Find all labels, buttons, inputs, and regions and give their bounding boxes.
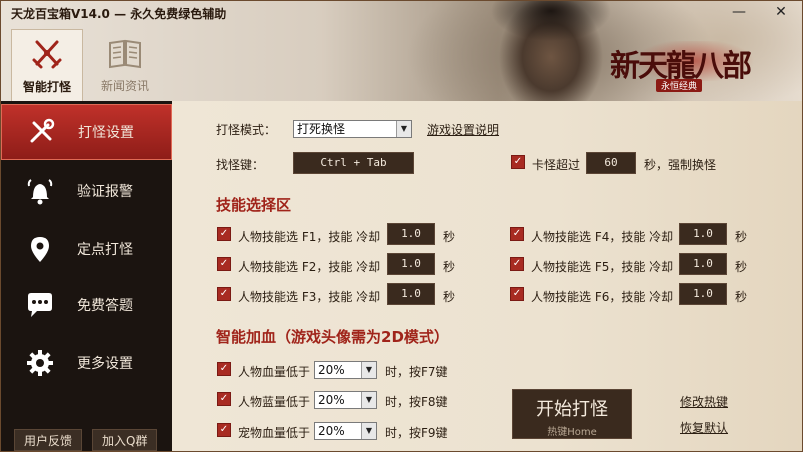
chat-bubble-icon xyxy=(25,290,55,320)
header-banner: 天龙百宝箱V14.0 — 永久免费绿色辅助 — ✕ 新天龍八部 永恒经典 智能打… xyxy=(1,1,802,101)
skill-f4-label: 人物技能选 F4，技能 冷却 xyxy=(531,230,674,244)
sidebar: 打怪设置 验证报警 定点打怪 免费答题 更多设置 xyxy=(1,101,172,451)
skill-f5-unit: 秒 xyxy=(735,260,748,274)
feedback-button[interactable]: 用户反馈 xyxy=(14,429,83,451)
tab-smart-fight[interactable]: 智能打怪 xyxy=(11,29,83,101)
skill-f6-cooldown-input[interactable]: 1.0 xyxy=(679,283,727,305)
pet-hp-threshold-value: 20% xyxy=(318,424,345,438)
hp-threshold-value: 20% xyxy=(318,363,345,377)
sidebar-item-verify-alarm[interactable]: 验证报警 xyxy=(1,163,172,219)
skills-section-title: 技能选择区 xyxy=(216,196,292,214)
tab-news[interactable]: 新闻资讯 xyxy=(89,29,161,101)
skill-f3-label: 人物技能选 F3，技能 冷却 xyxy=(238,290,381,304)
sidebar-item-fixed-point[interactable]: 定点打怪 xyxy=(1,221,172,277)
find-key-input[interactable]: Ctrl + Tab xyxy=(293,152,414,174)
skill-f1-checkbox[interactable]: ✓ xyxy=(217,227,231,241)
mp-suffix: 时，按F8键 xyxy=(385,395,448,409)
mode-label: 打怪模式： xyxy=(216,123,277,137)
book-icon xyxy=(109,39,141,69)
skill-f3-cooldown-input[interactable]: 1.0 xyxy=(387,283,435,305)
skill-f6-checkbox[interactable]: ✓ xyxy=(510,287,524,301)
heal-section-title: 智能加血（游戏头像需为2D模式） xyxy=(216,328,449,346)
find-key-label: 找怪键： xyxy=(216,158,265,172)
stuck-checkbox[interactable]: ✓ xyxy=(511,155,525,169)
chevron-down-icon: ▼ xyxy=(361,392,376,408)
close-button[interactable]: ✕ xyxy=(770,3,792,21)
sidebar-item-label: 定点打怪 xyxy=(77,242,133,258)
sidebar-item-free-quiz[interactable]: 免费答题 xyxy=(1,277,172,333)
skill-f6-unit: 秒 xyxy=(735,290,748,304)
sidebar-item-label: 免费答题 xyxy=(77,298,133,314)
stuck-seconds-input[interactable]: 60 xyxy=(586,152,636,174)
start-fight-label: 开始打怪 xyxy=(536,399,608,420)
skill-f3-checkbox[interactable]: ✓ xyxy=(217,287,231,301)
hp-suffix: 时，按F7键 xyxy=(385,365,448,379)
logo-subtitle: 永恒经典 xyxy=(656,79,703,92)
app-window: 天龙百宝箱V14.0 — 永久免费绿色辅助 — ✕ 新天龍八部 永恒经典 智能打… xyxy=(0,0,803,452)
mode-select[interactable]: 打死换怪 ▼ xyxy=(293,120,412,138)
skill-f2-label: 人物技能选 F2，技能 冷却 xyxy=(238,260,381,274)
mp-checkbox[interactable]: ✓ xyxy=(217,392,231,406)
skill-f1-unit: 秒 xyxy=(443,230,456,244)
mp-threshold-value: 20% xyxy=(318,393,345,407)
tools-icon xyxy=(26,117,56,147)
tab-smart-fight-label: 智能打怪 xyxy=(22,80,71,94)
skill-f4-unit: 秒 xyxy=(735,230,748,244)
hp-checkbox[interactable]: ✓ xyxy=(217,362,231,376)
skill-f4-checkbox[interactable]: ✓ xyxy=(510,227,524,241)
main-panel: 打怪模式： 打死换怪 ▼ 游戏设置说明 找怪键： Ctrl + Tab ✓ 卡怪… xyxy=(172,101,802,451)
game-help-link[interactable]: 游戏设置说明 xyxy=(427,121,499,138)
skill-f5-label: 人物技能选 F5，技能 冷却 xyxy=(531,260,674,274)
character-hair xyxy=(491,1,611,51)
skill-f4-cooldown-input[interactable]: 1.0 xyxy=(679,223,727,245)
hp-threshold-select[interactable]: 20% ▼ xyxy=(314,361,377,379)
hp-label: 人物血量低于 xyxy=(238,365,311,379)
chevron-down-icon: ▼ xyxy=(396,121,411,137)
sidebar-item-more-settings[interactable]: 更多设置 xyxy=(1,335,172,391)
game-logo: 新天龍八部 永恒经典 xyxy=(604,37,754,93)
crossed-swords-icon xyxy=(32,40,62,69)
pet-hp-checkbox[interactable]: ✓ xyxy=(217,423,231,437)
skill-f1-label: 人物技能选 F1，技能 冷却 xyxy=(238,230,381,244)
chevron-down-icon: ▼ xyxy=(361,423,376,439)
pet-hp-label: 宠物血量低于 xyxy=(238,426,311,440)
tab-news-label: 新闻资讯 xyxy=(100,79,149,93)
pet-hp-threshold-select[interactable]: 20% ▼ xyxy=(314,422,377,440)
location-pin-icon xyxy=(25,234,55,264)
skill-f5-cooldown-input[interactable]: 1.0 xyxy=(679,253,727,275)
window-title: 天龙百宝箱V14.0 — 永久免费绿色辅助 xyxy=(11,7,227,21)
start-fight-hotkey: 热键Home xyxy=(547,427,597,438)
stuck-label: 卡怪超过 xyxy=(532,158,581,172)
skill-f6-label: 人物技能选 F6，技能 冷却 xyxy=(531,290,674,304)
chevron-down-icon: ▼ xyxy=(361,362,376,378)
sidebar-item-fight-settings[interactable]: 打怪设置 xyxy=(1,104,172,160)
stuck-suffix: 秒，强制换怪 xyxy=(644,158,717,172)
skill-f3-unit: 秒 xyxy=(443,290,456,304)
join-group-button[interactable]: 加入Q群 xyxy=(92,429,158,451)
skill-f5-checkbox[interactable]: ✓ xyxy=(510,257,524,271)
mp-threshold-select[interactable]: 20% ▼ xyxy=(314,391,377,409)
mode-select-value: 打死换怪 xyxy=(297,122,346,136)
skill-f1-cooldown-input[interactable]: 1.0 xyxy=(387,223,435,245)
skill-f2-unit: 秒 xyxy=(443,260,456,274)
mp-label: 人物蓝量低于 xyxy=(238,395,311,409)
pet-hp-suffix: 时，按F9键 xyxy=(385,426,448,440)
gear-icon xyxy=(25,348,55,378)
skill-f2-checkbox[interactable]: ✓ xyxy=(217,257,231,271)
skill-f2-cooldown-input[interactable]: 1.0 xyxy=(387,253,435,275)
modify-hotkey-link[interactable]: 修改热键 xyxy=(680,393,728,410)
bell-icon xyxy=(25,176,55,206)
sidebar-item-label: 更多设置 xyxy=(77,356,133,372)
sidebar-item-label: 验证报警 xyxy=(77,184,133,200)
minimize-button[interactable]: — xyxy=(728,3,750,21)
start-fight-button[interactable]: 开始打怪 热键Home xyxy=(512,389,632,439)
sidebar-item-label: 打怪设置 xyxy=(78,125,134,141)
restore-default-link[interactable]: 恢复默认 xyxy=(680,419,728,436)
